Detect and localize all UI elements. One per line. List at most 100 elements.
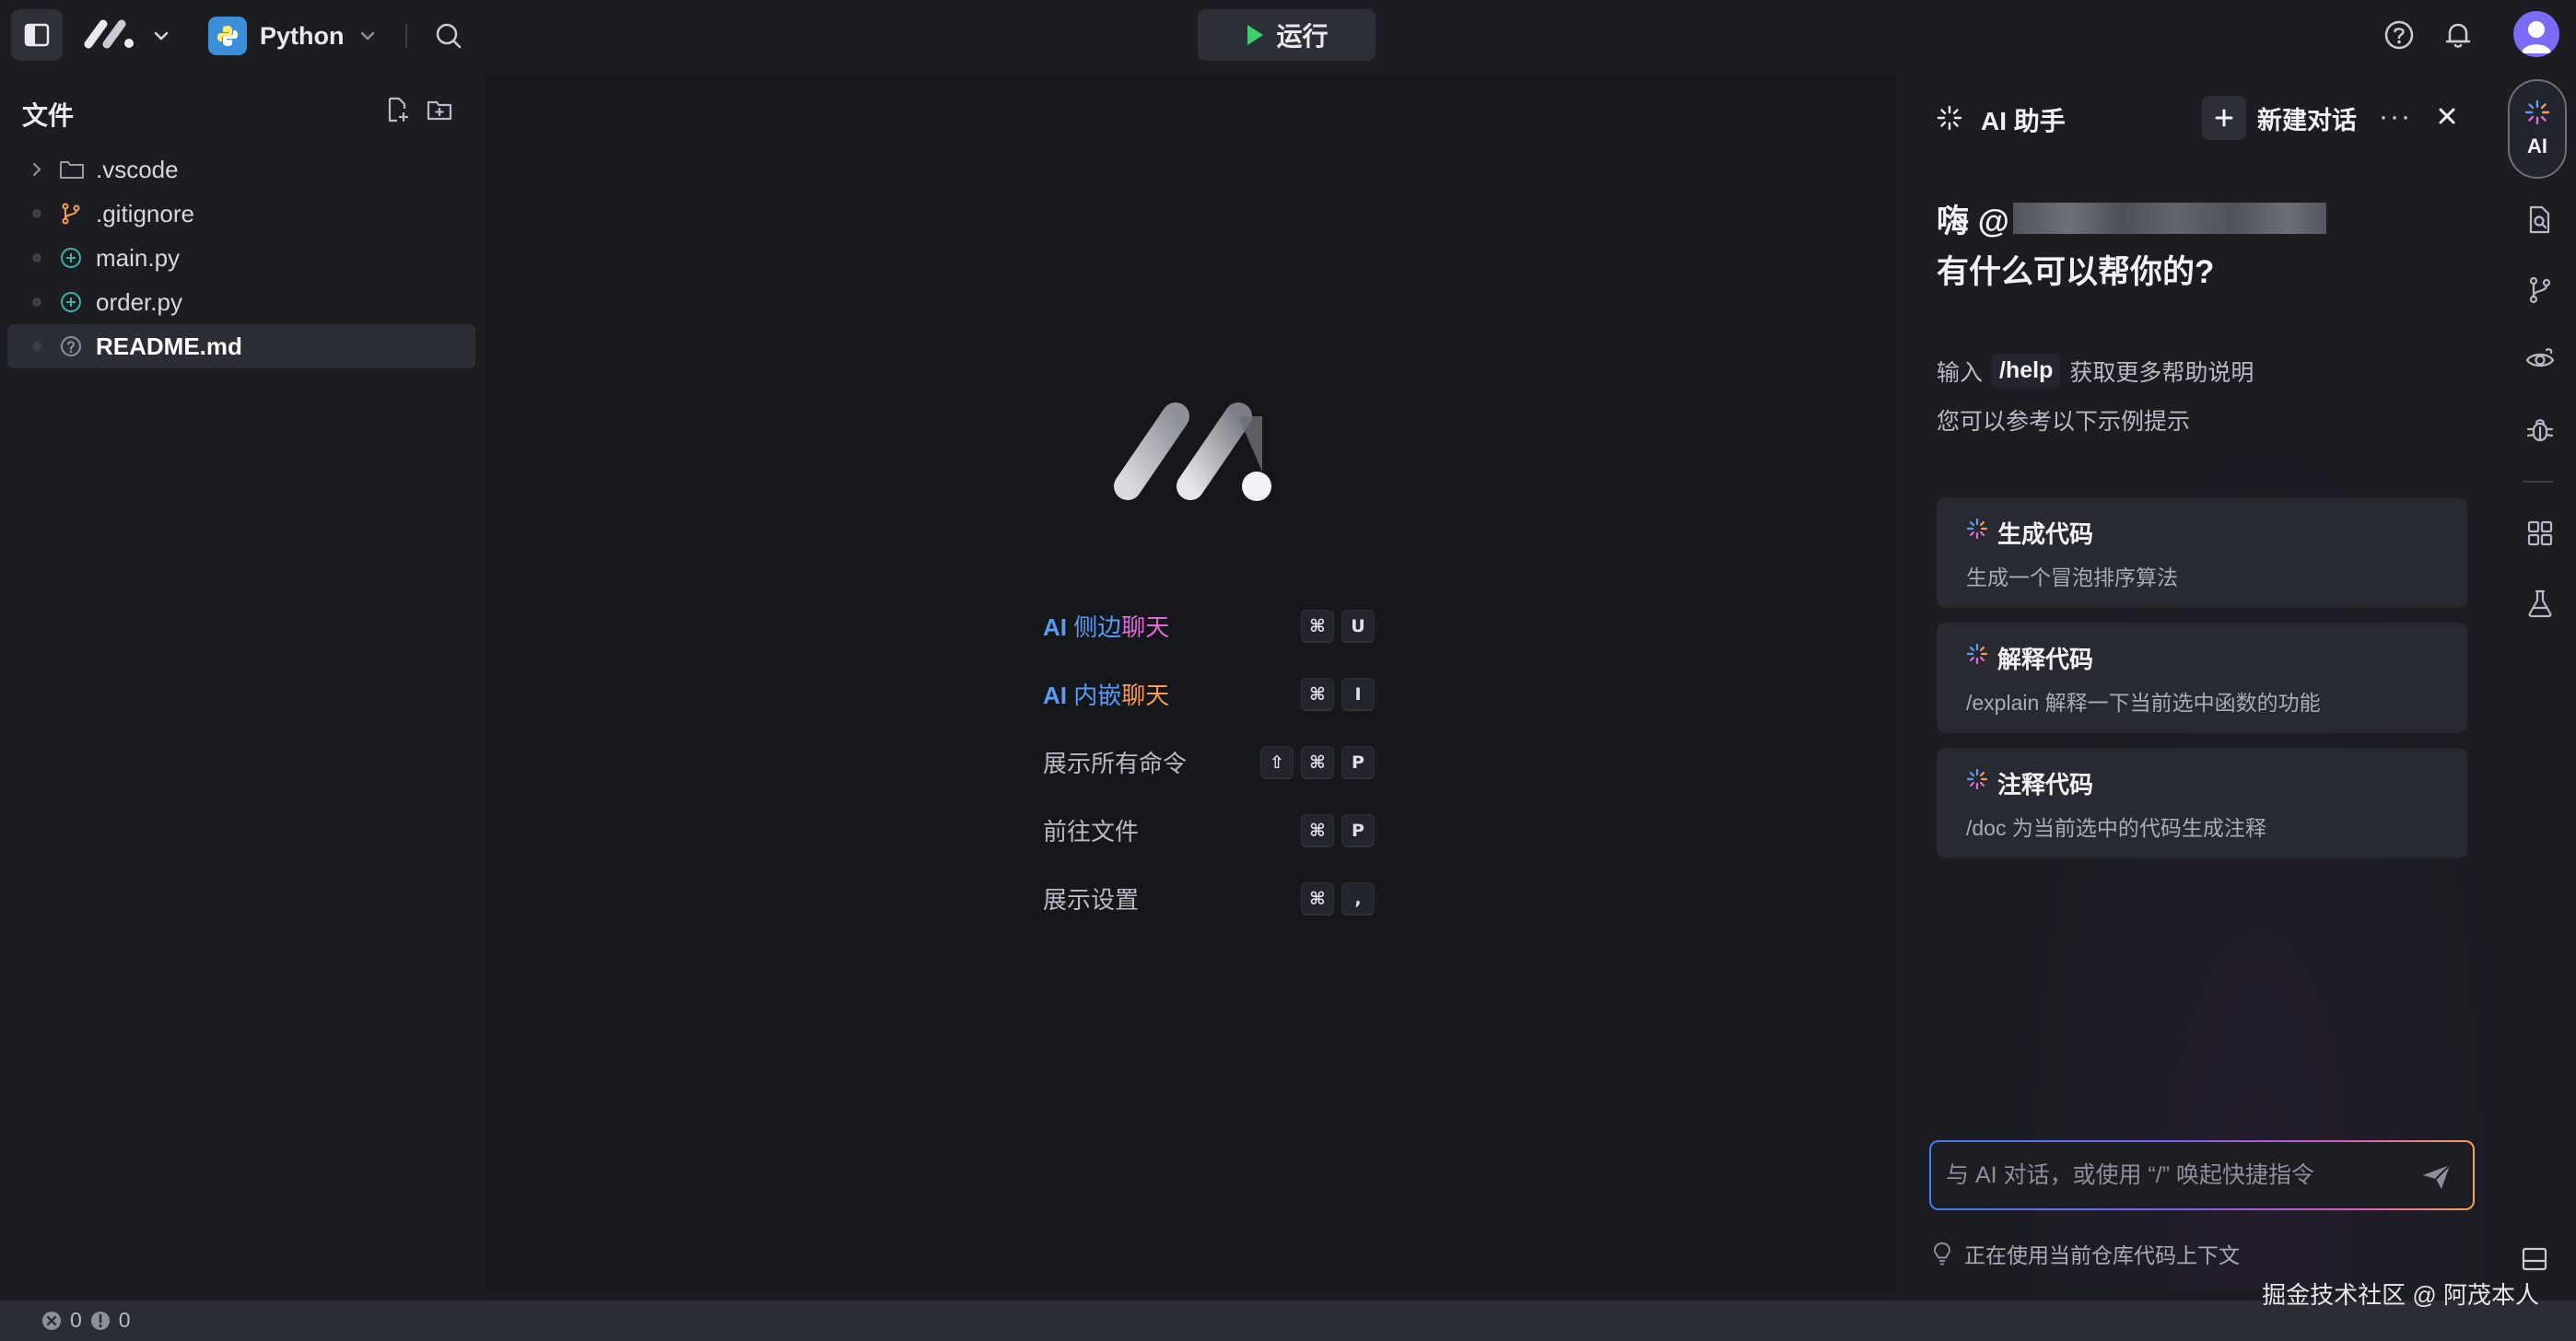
- shortcut-ai-inline-chat[interactable]: AI 内嵌聊天 ⌘ I: [1043, 659, 1375, 728]
- git-branch-icon: [59, 202, 83, 226]
- example-prompt-list: 生成代码 生成一个冒泡排序算法 解释代码 /explain 解释一下当前选中函数…: [1937, 497, 2467, 873]
- key-cap: ⌘: [1301, 678, 1334, 711]
- app-logo-icon: [1109, 398, 1275, 505]
- new-chat-button[interactable]: 新建对话: [2202, 94, 2357, 142]
- toolbar-divider: [405, 24, 407, 48]
- shortcut-label: 展示设置: [1043, 885, 1140, 914]
- shortcut-go-to-file[interactable]: 前往文件 ⌘ P: [1043, 796, 1375, 864]
- lightbulb-icon: [1931, 1241, 1953, 1266]
- sparkle-icon: [1937, 105, 1962, 131]
- activity-ai-button[interactable]: AI: [2508, 79, 2567, 179]
- greeting: 嗨 @ 有什么可以帮你的?: [1937, 193, 2326, 295]
- ai-chat-input[interactable]: [1946, 1142, 2406, 1208]
- python-file-icon: [59, 290, 83, 314]
- file-search-icon[interactable]: [2524, 204, 2556, 236]
- explorer-title: 文件: [22, 101, 75, 130]
- extensions-grid-icon[interactable]: [2524, 518, 2556, 549]
- new-file-icon[interactable]: [383, 96, 411, 123]
- activity-divider: [2523, 481, 2554, 483]
- shortcut-label-ai: AI: [1043, 681, 1067, 709]
- shortcut-show-settings[interactable]: 展示设置 ⌘ ,: [1043, 864, 1375, 932]
- prompt-card-explain-code[interactable]: 解释代码 /explain 解释一下当前选中函数的功能: [1937, 623, 2467, 733]
- card-description: 生成一个冒泡排序算法: [1966, 566, 2178, 589]
- card-title: 解释代码: [1997, 646, 2094, 673]
- help-instruction: 输入 /help 获取更多帮助说明: [1937, 354, 2254, 388]
- tree-bullet: [28, 253, 46, 262]
- bell-icon[interactable]: [2441, 18, 2475, 52]
- greeting-question: 有什么可以帮你的?: [1937, 253, 2215, 290]
- more-options-icon[interactable]: ···: [2379, 101, 2412, 133]
- app-logo-icon[interactable]: [83, 18, 136, 50]
- status-bar: 0 0: [0, 1300, 2576, 1341]
- new-folder-icon[interactable]: [426, 96, 453, 123]
- error-count: 0: [70, 1308, 82, 1332]
- help-command[interactable]: /help: [1992, 354, 2061, 388]
- key-combo: ⇧ ⌘ P: [1260, 746, 1375, 779]
- greeting-prefix: 嗨 @: [1937, 203, 2009, 239]
- key-cap: P: [1341, 746, 1375, 779]
- help-prefix: 输入: [1937, 359, 1984, 386]
- help-icon[interactable]: [2383, 18, 2416, 52]
- context-indicator: 正在使用当前仓库代码上下文: [1931, 1238, 2240, 1269]
- key-combo: ⌘ I: [1301, 678, 1375, 711]
- card-description: /doc 为当前选中的代码生成注释: [1966, 816, 2266, 840]
- send-icon[interactable]: [2421, 1162, 2453, 1192]
- tree-item-gitignore[interactable]: .gitignore: [0, 192, 483, 236]
- key-cap: ⌘: [1301, 814, 1334, 847]
- shortcut-list: AI 侧边聊天 ⌘ U AI 内嵌聊天 ⌘ I 展示所有命令 ⇧ ⌘ P 前往文…: [1043, 591, 1375, 932]
- tree-bullet: [28, 297, 46, 307]
- shortcut-label-part: 聊天: [1121, 681, 1170, 709]
- key-cap: ⌘: [1301, 746, 1334, 779]
- tree-item-label: order.py: [96, 287, 182, 316]
- ai-chat-input-box: [1929, 1140, 2475, 1210]
- sidebar-panel-icon: [23, 21, 51, 49]
- activity-bar: AI: [2504, 74, 2576, 1300]
- error-icon: [41, 1310, 63, 1332]
- info-file-icon: [59, 334, 83, 358]
- shortcut-ai-side-chat[interactable]: AI 侧边聊天 ⌘ U: [1043, 591, 1375, 659]
- problems-indicator[interactable]: 0 0: [41, 1308, 131, 1333]
- chevron-down-icon: [357, 26, 378, 46]
- bottom-panel-toggle-icon[interactable]: [2521, 1245, 2548, 1273]
- key-cap: U: [1341, 610, 1375, 643]
- shortcut-show-all-commands[interactable]: 展示所有命令 ⇧ ⌘ P: [1043, 728, 1375, 796]
- language-selector[interactable]: Python: [208, 17, 378, 55]
- tree-item-readme[interactable]: README.md: [7, 324, 475, 368]
- prompt-card-comment-code[interactable]: 注释代码 /doc 为当前选中的代码生成注释: [1937, 748, 2467, 858]
- prompt-card-generate-code[interactable]: 生成代码 生成一个冒泡排序算法: [1937, 497, 2467, 608]
- shortcut-label-part: 内嵌: [1073, 681, 1122, 709]
- run-button[interactable]: 运行: [1198, 9, 1376, 61]
- key-cap: P: [1341, 814, 1375, 847]
- test-flask-icon[interactable]: [2524, 588, 2556, 619]
- card-description: /explain 解释一下当前选中函数的功能: [1966, 691, 2321, 715]
- play-icon: [1245, 23, 1265, 47]
- context-text: 正在使用当前仓库代码上下文: [1964, 1243, 2240, 1267]
- shortcut-label: 前往文件: [1043, 817, 1140, 845]
- key-combo: ⌘ P: [1301, 814, 1375, 847]
- source-control-icon[interactable]: [2524, 274, 2556, 306]
- preview-eye-icon[interactable]: [2524, 344, 2556, 376]
- python-file-icon: [59, 246, 83, 270]
- redacted-username: [2012, 203, 2326, 234]
- search-icon[interactable]: [433, 20, 464, 52]
- example-hint: 您可以参考以下示例提示: [1937, 409, 2191, 435]
- top-bar: Python 运行: [0, 0, 2576, 74]
- tree-item-vscode[interactable]: .vscode: [0, 147, 483, 192]
- chevron-right-icon[interactable]: [28, 161, 46, 178]
- warning-count: 0: [118, 1308, 131, 1332]
- tree-bullet: [28, 209, 46, 218]
- file-tree: .vscode .gitignore main.py order.py READ…: [0, 147, 483, 368]
- debug-bug-icon[interactable]: [2524, 414, 2556, 446]
- sparkle-icon: [1966, 643, 1988, 665]
- chevron-down-icon[interactable]: [151, 26, 171, 46]
- tree-item-main-py[interactable]: main.py: [0, 236, 483, 280]
- shortcut-label: 展示所有命令: [1043, 749, 1188, 777]
- sidebar-toggle-button[interactable]: [11, 9, 63, 61]
- key-combo: ⌘ ,: [1301, 882, 1375, 915]
- language-label: Python: [260, 21, 345, 50]
- close-icon[interactable]: [2436, 105, 2458, 127]
- plus-icon: [2202, 96, 2246, 140]
- ai-panel-title: AI 助手: [1981, 107, 2066, 135]
- tree-item-order-py[interactable]: order.py: [0, 280, 483, 324]
- user-avatar[interactable]: [2513, 11, 2559, 57]
